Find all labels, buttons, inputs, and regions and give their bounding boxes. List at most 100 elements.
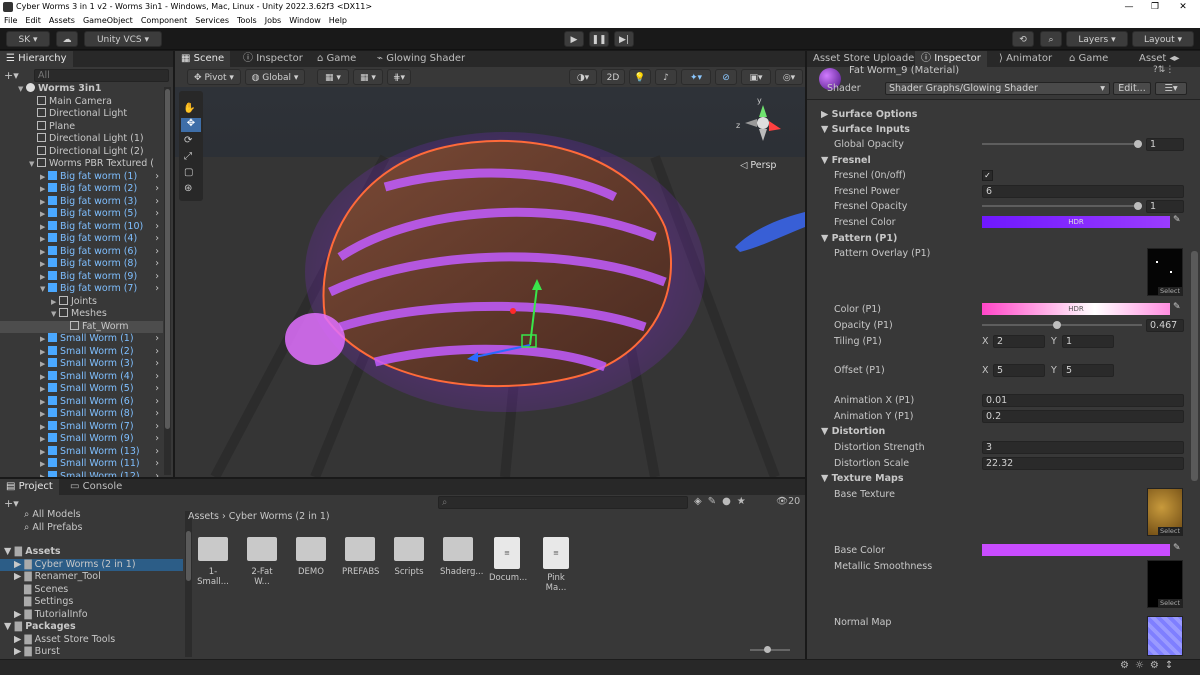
foldout-arrow-icon[interactable]: ▶ [51, 296, 59, 309]
chevron-right-icon[interactable]: › [155, 196, 159, 209]
color-p1-swatch[interactable]: HDR [982, 303, 1170, 315]
project-toolbar-icons[interactable]: ◈✎●★ [694, 496, 752, 507]
asset-item[interactable]: DEMO [293, 537, 329, 577]
asset-item[interactable]: ≡ Pink Ma... [538, 537, 574, 593]
hierarchy-row[interactable]: Directional Light (1) [0, 133, 163, 146]
hierarchy-row[interactable]: ▶ Small Worm (7) › [0, 420, 163, 434]
base-color-swatch[interactable] [982, 544, 1170, 556]
tab-game-2[interactable]: ⌂ Game [1063, 51, 1114, 67]
effects-toggle[interactable]: ✦▾ [681, 69, 711, 85]
asset-item[interactable]: PREFABS [342, 537, 379, 577]
dist-scale-field[interactable]: 22.32 [982, 457, 1184, 470]
tab-animator[interactable]: ⟩ Animator [993, 51, 1058, 67]
distortion-foldout[interactable]: ▼ Distortion [821, 424, 885, 439]
package-burst[interactable]: ▶ ▇ Burst [0, 646, 60, 659]
snap-all-button[interactable]: ⋕▾ [387, 69, 411, 85]
chevron-right-icon[interactable]: › [155, 446, 159, 459]
tab-console[interactable]: ▭ Console [64, 479, 128, 495]
hierarchy-row[interactable]: ▶ Small Worm (11) › [0, 458, 163, 471]
menu-file[interactable]: File [0, 14, 21, 28]
move-tool-icon[interactable]: ✥ [181, 118, 201, 132]
draw-mode-button[interactable]: ◑▾ [569, 69, 597, 85]
chevron-right-icon[interactable]: › [155, 233, 159, 246]
foldout-arrow-icon[interactable]: ▶ [40, 433, 48, 446]
fresnel-opacity-slider[interactable] [982, 199, 1142, 214]
hidden-toggle[interactable]: ⊘ [715, 69, 737, 85]
hierarchy-row[interactable]: ▶ Small Worm (3) › [0, 358, 163, 371]
foldout-arrow-icon[interactable]: ▶ [40, 383, 48, 396]
hierarchy-search-input[interactable]: All [34, 69, 169, 82]
pattern-overlay-thumbnail[interactable]: Select [1147, 248, 1183, 296]
opacity-p1-field[interactable]: 0.467 [1146, 319, 1184, 332]
inspector-scrollbar[interactable] [1191, 251, 1198, 481]
fresnel-toggle-checkbox[interactable]: ✓ [982, 170, 993, 181]
hierarchy-row[interactable]: ▶ Small Worm (13) › [0, 445, 163, 459]
anim-y-field[interactable]: 0.2 [982, 410, 1184, 423]
foldout-arrow-icon[interactable]: ▶ [40, 458, 48, 471]
hierarchy-scrollbar[interactable] [164, 87, 171, 475]
hierarchy-row[interactable]: ▶ Big fat worm (3) › [0, 195, 163, 209]
tab-project[interactable]: ▤ Project [0, 479, 59, 495]
foldout-arrow-icon[interactable]: ▶ [40, 233, 48, 246]
fav-all-prefabs[interactable]: ⌕ All Prefabs [0, 522, 82, 535]
menu-services[interactable]: Services [191, 14, 233, 28]
package-asset-store-tools[interactable]: ▶ ▇ Asset Store Tools [0, 634, 115, 647]
menu-component[interactable]: Component [137, 14, 191, 28]
hierarchy-row[interactable]: ▶ Big fat worm (5) › [0, 208, 163, 221]
hierarchy-row[interactable]: ▶ Small Worm (1) › [0, 333, 163, 346]
hierarchy-row[interactable]: Fat_Worm [0, 320, 163, 333]
chevron-right-icon[interactable]: › [155, 246, 159, 259]
hierarchy-row[interactable]: ▶ Big fat worm (8) › [0, 258, 163, 271]
scene-viewport[interactable]: y z [175, 87, 805, 477]
chevron-right-icon[interactable]: › [155, 458, 159, 471]
chevron-right-icon[interactable]: › [155, 333, 159, 346]
slider-knob[interactable] [1052, 321, 1061, 329]
anim-x-field[interactable]: 0.01 [982, 394, 1184, 407]
foldout-arrow-icon[interactable]: ▼ [29, 158, 37, 171]
project-search-input[interactable]: ⌕ [438, 496, 688, 509]
play-button[interactable]: ▶ [564, 31, 584, 47]
audio-toggle[interactable]: ♪ [655, 69, 677, 85]
persp-label[interactable]: ◁ Persp [740, 160, 776, 171]
packages-root[interactable]: ▼ ▇ Packages [0, 621, 76, 634]
surface-options-foldout[interactable]: ▶ Surface Options [821, 107, 917, 122]
layers-dropdown[interactable]: Layers ▾ [1066, 31, 1128, 47]
foldout-arrow-icon[interactable]: ▶ [40, 258, 48, 271]
hand-tool-icon[interactable]: ✋ [183, 103, 195, 114]
mode-2d-button[interactable]: 2D [601, 69, 625, 85]
maximize-button[interactable]: ❐ [1142, 0, 1168, 14]
hierarchy-row[interactable]: ▶ Small Worm (6) › [0, 395, 163, 409]
foldout-arrow-icon[interactable]: ▼ [51, 308, 59, 321]
chevron-right-icon[interactable]: › [155, 396, 159, 409]
texture-maps-foldout[interactable]: ▼ Texture Maps [821, 471, 903, 486]
chevron-right-icon[interactable]: › [155, 221, 159, 234]
slider-knob[interactable] [1134, 140, 1142, 148]
hierarchy-row[interactable]: Directional Light [0, 108, 163, 121]
chevron-right-icon[interactable]: › [155, 171, 159, 184]
foldout-arrow-icon[interactable]: ▶ [40, 446, 48, 459]
hierarchy-row[interactable]: ▶ Big fat worm (1) › [0, 170, 163, 184]
asset-folder-tutorialinfo[interactable]: ▶ ▇ TutorialInfo [0, 609, 88, 622]
zoom-slider[interactable] [750, 646, 790, 653]
hierarchy-row[interactable]: Plane [0, 120, 163, 134]
account-button[interactable]: SK ▾ [6, 31, 50, 47]
foldout-arrow-icon[interactable]: ▶ [40, 208, 48, 221]
hierarchy-row[interactable]: ▶ Small Worm (5) › [0, 383, 163, 396]
foldout-arrow-icon[interactable]: ▶ [40, 396, 48, 409]
asset-folder-cyber-worms[interactable]: ▶ ▇ Cyber Worms (2 in 1) [0, 558, 183, 571]
hierarchy-row[interactable]: ▼ Worms 3in1 [0, 83, 163, 96]
dist-strength-field[interactable]: 3 [982, 441, 1184, 454]
close-button[interactable]: ✕ [1170, 0, 1196, 14]
gizmos-dropdown[interactable]: ◎▾ [775, 69, 803, 85]
snap-increment-button[interactable]: ▦ ▾ [353, 69, 383, 85]
menu-edit[interactable]: Edit [21, 14, 45, 28]
asset-item[interactable]: ≡ Docum... [489, 537, 527, 583]
camera-dropdown[interactable]: ▣▾ [741, 69, 771, 85]
chevron-right-icon[interactable]: › [155, 358, 159, 371]
tab-glowing-shader[interactable]: ⌁ Glowing Shader [371, 51, 471, 67]
hierarchy-add-button[interactable]: +▾ [4, 69, 19, 82]
chevron-right-icon[interactable]: › [155, 421, 159, 434]
shader-edit-button[interactable]: Edit... [1113, 82, 1151, 95]
foldout-arrow-icon[interactable]: ▶ [40, 196, 48, 209]
offset-y-field[interactable]: 5 [1062, 364, 1114, 377]
